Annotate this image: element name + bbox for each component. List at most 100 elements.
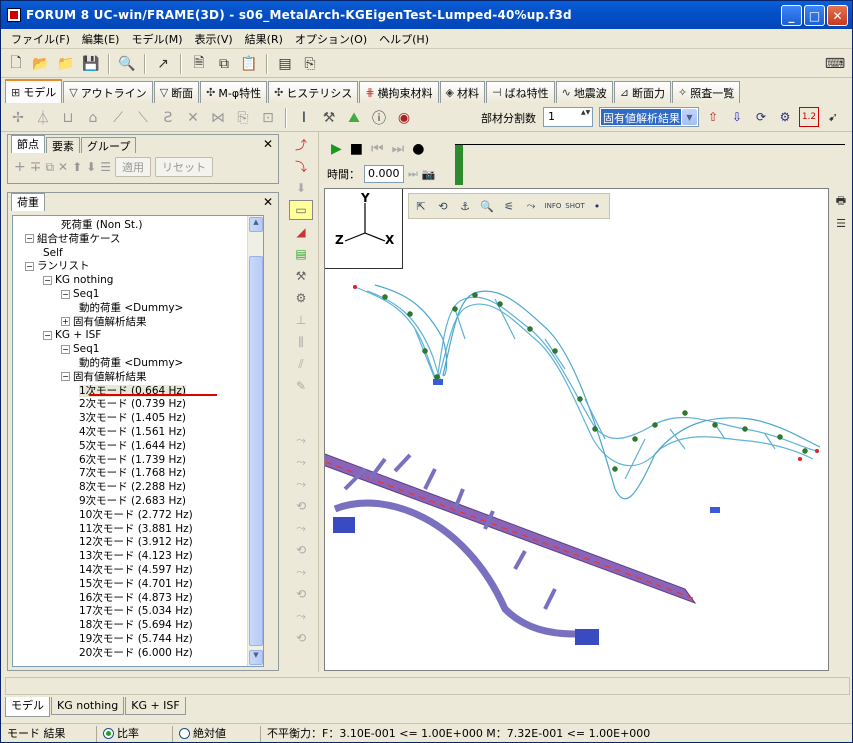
tree-item[interactable]: 動的荷重 <Dummy> [79, 301, 183, 315]
tree-item[interactable]: − ランリスト [25, 259, 90, 273]
gray-f-icon[interactable]: ⤳ [289, 452, 313, 472]
pointer-icon[interactable]: ➹ [823, 107, 843, 127]
tree-item[interactable]: 11次モード (3.881 Hz) [79, 522, 193, 536]
time-field[interactable]: 0.000 [364, 165, 404, 183]
mode-down-icon[interactable]: ⇩ [727, 107, 747, 127]
rigid-icon[interactable]: ⋈ [207, 107, 229, 129]
collapse-icon[interactable]: − [61, 289, 70, 299]
gray-m-icon[interactable]: ⤳ [289, 606, 313, 626]
scroll-down-icon[interactable]: ▼ [249, 650, 263, 665]
collapse-icon[interactable]: − [25, 261, 34, 271]
tool-e-icon[interactable]: ⚙ [289, 288, 313, 308]
gray-k-icon[interactable]: ⤳ [289, 562, 313, 582]
print-icon[interactable]: 🖶 [832, 192, 850, 210]
tree-item[interactable]: − 組合せ荷重ケース [25, 232, 120, 246]
tree-item[interactable]: 7次モード (1.768 Hz) [79, 466, 186, 480]
list-icon[interactable]: ☰ [100, 160, 111, 174]
step-back-icon[interactable]: ⏮ [371, 141, 384, 157]
menu-option[interactable]: オプション(O) [289, 31, 373, 47]
tab-node[interactable]: 節点 [11, 135, 45, 153]
scroll-thumb[interactable] [249, 256, 263, 646]
load-icon[interactable]: ⊔ [57, 107, 79, 129]
spring2-icon[interactable]: Ƨ [157, 107, 179, 129]
copy-row-icon[interactable]: ⧉ [45, 160, 54, 175]
report-icon[interactable]: 🗎 [188, 53, 210, 75]
gray-c-icon[interactable]: ⫽ [289, 354, 313, 374]
tree-item[interactable]: 10次モード (2.772 Hz) [79, 508, 193, 522]
camera-icon[interactable]: 📷 [422, 168, 436, 181]
apply-button[interactable]: 適用 [115, 157, 151, 177]
tab-model[interactable]: ⊞ モデル [5, 79, 63, 103]
tab-seismic-wave[interactable]: ∿ 地震波 [555, 81, 613, 103]
bottom-tab-kg-nothing[interactable]: KG nothing [51, 697, 125, 715]
layer-icon[interactable]: ▤ [289, 244, 313, 264]
menu-model[interactable]: モデル(M) [125, 31, 188, 47]
collapse-icon[interactable]: − [61, 372, 70, 382]
collapse-icon[interactable]: − [43, 330, 52, 340]
step-forward-icon[interactable]: ⏭ [392, 141, 405, 157]
gray-d-icon[interactable]: ✎ [289, 376, 313, 396]
copy-icon[interactable]: ⧉ [213, 53, 235, 75]
save-icon[interactable]: 💾 [80, 53, 102, 75]
tree-item[interactable]: 6次モード (1.739 Hz) [79, 453, 186, 467]
insert-icon[interactable]: ∓ [30, 159, 42, 175]
gray-l-icon[interactable]: ⟲ [289, 584, 313, 604]
chart-icon[interactable]: ⤵ [289, 156, 313, 176]
tree-item[interactable]: 18次モード (5.694 Hz) [79, 618, 193, 632]
tree-item[interactable]: 20次モード (6.000 Hz) [79, 646, 193, 660]
tree-item[interactable]: 15次モード (4.701 Hz) [79, 577, 193, 591]
scale-icon[interactable]: 1.2 [799, 107, 819, 127]
tool-a-icon[interactable]: ⚒ [318, 107, 340, 129]
chevron-down-icon[interactable]: ▼ [682, 109, 697, 125]
bottom-tab-kg-isf[interactable]: KG + ISF [125, 697, 186, 715]
collapse-icon[interactable]: − [61, 344, 70, 354]
tree-item[interactable]: 2次モード (0.739 Hz) [79, 397, 186, 411]
add-icon[interactable]: + [14, 159, 26, 175]
support-icon[interactable]: ⏃ [32, 107, 54, 129]
properties-icon[interactable]: ☰ [832, 214, 850, 232]
menu-edit[interactable]: 編集(E) [76, 31, 126, 47]
title-bar[interactable]: FORUM 8 UC-win/FRAME(3D) - s06_MetalArch… [1, 1, 852, 29]
color-icon[interactable]: ◢ [289, 222, 313, 242]
tree-item[interactable]: 8次モード (2.288 Hz) [79, 480, 186, 494]
tree-item[interactable]: 12次モード (3.912 Hz) [79, 535, 193, 549]
gray-h-icon[interactable]: ⟲ [289, 496, 313, 516]
tree-item[interactable]: − KG nothing [43, 273, 113, 287]
tab-spring[interactable]: ⊣ ばね特性 [486, 81, 555, 103]
tab-section-force[interactable]: ⊿ 断面力 [613, 81, 672, 103]
paste-icon[interactable]: 📋 [238, 53, 260, 75]
record-icon[interactable]: ● [412, 141, 424, 157]
tab-confinement[interactable]: ⋕ 横拘束材料 [359, 81, 439, 103]
reset-button[interactable]: リセット [155, 157, 213, 177]
absolute-radio[interactable]: 絶対値 [173, 725, 261, 742]
menu-file[interactable]: ファイル(F) [5, 31, 76, 47]
fast-forward-icon[interactable]: ⏭ [408, 167, 418, 181]
ratio-radio[interactable]: 比率 [97, 725, 173, 742]
tree-item[interactable]: 5次モード (1.644 Hz) [79, 439, 186, 453]
i-beam-icon[interactable]: Ⅰ [293, 107, 315, 129]
tab-outline[interactable]: ▽ アウトライン [63, 81, 153, 103]
scroll-up-icon[interactable]: ▲ [249, 217, 263, 232]
tool-c-icon[interactable]: ◉ [393, 107, 415, 129]
mode-up-icon[interactable]: ⇧ [703, 107, 723, 127]
calc-icon[interactable]: ▤ [274, 53, 296, 75]
tab-element[interactable]: 要素 [46, 137, 80, 153]
keyboard-icon[interactable]: ⌨ [824, 53, 846, 75]
app-icon[interactable] [7, 8, 21, 22]
node-add-icon[interactable]: ✢ [7, 107, 29, 129]
tree-item[interactable]: 9次モード (2.683 Hz) [79, 494, 186, 508]
new-icon[interactable]: 🗋 [5, 53, 27, 75]
tree-item[interactable]: 14次モード (4.597 Hz) [79, 563, 193, 577]
tree-item[interactable]: 3次モード (1.405 Hz) [79, 411, 186, 425]
cross-icon[interactable]: ✕ [182, 107, 204, 129]
load2-icon[interactable]: ⌂ [82, 107, 104, 129]
tool-d-icon[interactable]: ⚒ [289, 266, 313, 286]
tree-item[interactable]: − KG + ISF [43, 328, 101, 342]
tree-item[interactable]: 17次モード (5.034 Hz) [79, 604, 193, 618]
tree-item[interactable]: 16次モード (4.873 Hz) [79, 591, 193, 605]
result-select[interactable]: 固有値解析結果 ▼ [599, 107, 699, 127]
gray-e-icon[interactable]: ⤳ [289, 430, 313, 450]
tab-group[interactable]: グループ [81, 137, 137, 153]
move-up-icon[interactable]: ⬆ [72, 160, 82, 174]
info-icon[interactable]: ⓘ [368, 107, 390, 129]
